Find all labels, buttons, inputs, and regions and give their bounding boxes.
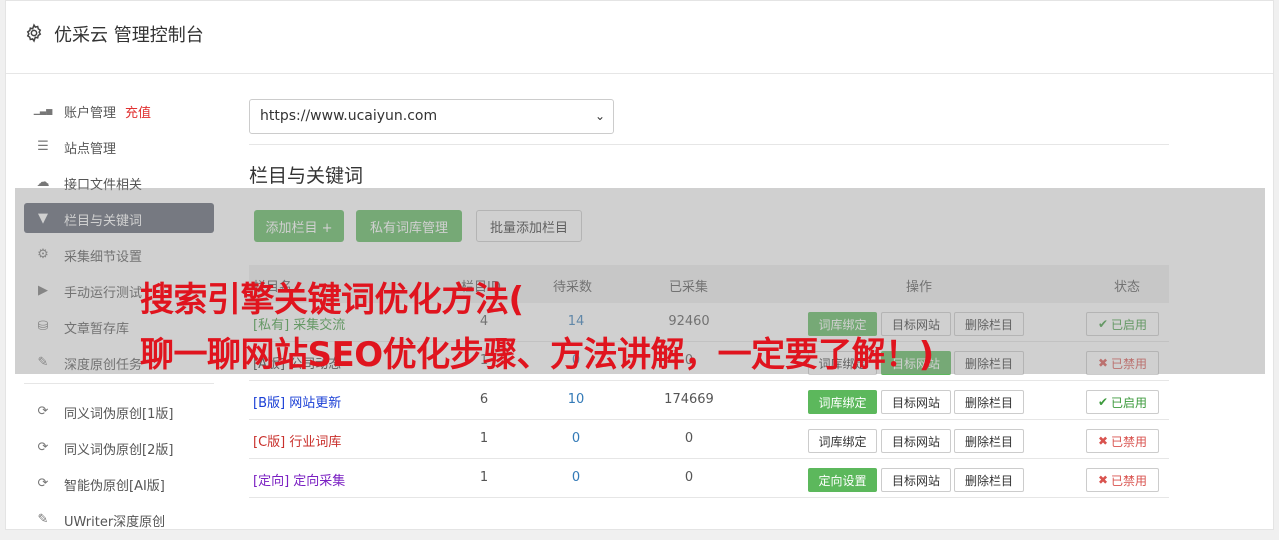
sidebar-divider [24,383,214,384]
site-select-value: https://www.ucaiyun.com [260,108,438,124]
column-title: 定向采集 [293,474,346,489]
column-title: 行业词库 [289,435,342,450]
sidebar-item[interactable]: ☰ 站点管理 [24,131,214,161]
close-icon: ✖ [1097,434,1109,448]
table-row: [定向] 定向采集 1 0 0 定向设置 目标网站 删除栏目 ✖ 已禁用 [249,459,1169,498]
collected-count: 174669 [664,392,714,407]
divider [249,144,1169,145]
lib-bind-button[interactable]: 词库绑定 [808,429,877,453]
headline-line1: 搜索引擎关键词优化方法( [140,280,524,320]
sidebar-item-label: 账户管理 [64,106,117,121]
pending-count[interactable]: 0 [561,470,591,485]
target-site-button[interactable]: 目标网站 [881,429,951,453]
sidebar-item[interactable]: ⟳ 同义词伪原创[2版] [24,432,214,462]
status-label: 已禁用 [1111,473,1148,488]
sidebar-item-label: 站点管理 [64,142,117,157]
status-label: 已启用 [1111,395,1148,410]
column-title: 网站更新 [289,396,342,411]
status-toggle[interactable]: ✔ 已启用 [1086,390,1159,414]
pending-count[interactable]: 10 [561,392,591,407]
headline-line2: 聊一聊网站SEO优化步骤、方法讲解，一定要了解！) [140,335,934,375]
table-row: [C版] 行业词库 1 0 0 词库绑定 目标网站 删除栏目 ✖ 已禁用 [249,420,1169,459]
header: 优采云 管理控制台 [6,1,1273,74]
app-title: 优采云 管理控制台 [54,25,204,46]
column-tag: [C版] [253,435,286,450]
column-name[interactable]: [定向] 定向采集 [253,470,345,489]
gear-icon [26,23,42,43]
delete-column-button[interactable]: 删除栏目 [954,390,1024,414]
column-tag: [B版] [253,396,286,411]
bar-chart-icon: ▁▃▅ [33,105,53,115]
section-title: 栏目与关键词 [249,165,364,187]
table-row: [B版] 网站更新 6 10 174669 词库绑定 目标网站 删除栏目 ✔ 已启用 [249,381,1169,420]
column-tag: [定向] [253,474,290,489]
column-name[interactable]: [C版] 行业词库 [253,431,341,450]
column-id: 6 [479,392,489,407]
lib-bind-button[interactable]: 定向设置 [808,468,877,492]
collected-count: 0 [684,470,694,485]
refresh-icon: ⟳ [37,403,49,419]
refresh-icon: ⟳ [37,475,49,491]
status-toggle[interactable]: ✖ 已禁用 [1086,429,1159,453]
column-id: 1 [479,431,489,446]
status-label: 已禁用 [1111,434,1148,449]
sidebar-item-label: 同义词伪原创[2版] [64,443,174,458]
sidebar-item[interactable]: ⟳ 同义词伪原创[1版] [24,396,214,426]
refresh-icon: ⟳ [37,439,49,455]
pending-count[interactable]: 0 [561,431,591,446]
target-site-button[interactable]: 目标网站 [881,468,951,492]
column-id: 1 [479,470,489,485]
sidebar-item-label: 智能伪原创[AI版] [64,479,165,494]
sidebar-item[interactable]: ▁▃▅ 账户管理 充值 [24,95,214,125]
column-name[interactable]: [B版] 网站更新 [253,392,341,411]
sidebar-item-label: UWriter深度原创 [64,515,166,530]
close-icon: ✖ [1097,473,1109,487]
collected-count: 0 [684,431,694,446]
status-toggle[interactable]: ✖ 已禁用 [1086,468,1159,492]
lib-bind-button[interactable]: 词库绑定 [808,390,877,414]
delete-column-button[interactable]: 删除栏目 [954,468,1024,492]
sidebar-item[interactable]: ⟳ 智能伪原创[AI版] [24,468,214,498]
site-select[interactable]: https://www.ucaiyun.com ⌄ [249,99,614,134]
check-icon: ✔ [1097,395,1109,409]
server-icon: ☰ [37,138,49,154]
target-site-button[interactable]: 目标网站 [881,390,951,414]
edit-icon: ✎ [37,511,49,527]
chevron-down-icon: ⌄ [594,109,605,123]
cloud-upload-icon: ☁ [36,174,50,190]
sidebar-item-label: 同义词伪原创[1版] [64,407,174,422]
delete-column-button[interactable]: 删除栏目 [954,429,1024,453]
recharge-link[interactable]: 充值 [125,102,151,121]
